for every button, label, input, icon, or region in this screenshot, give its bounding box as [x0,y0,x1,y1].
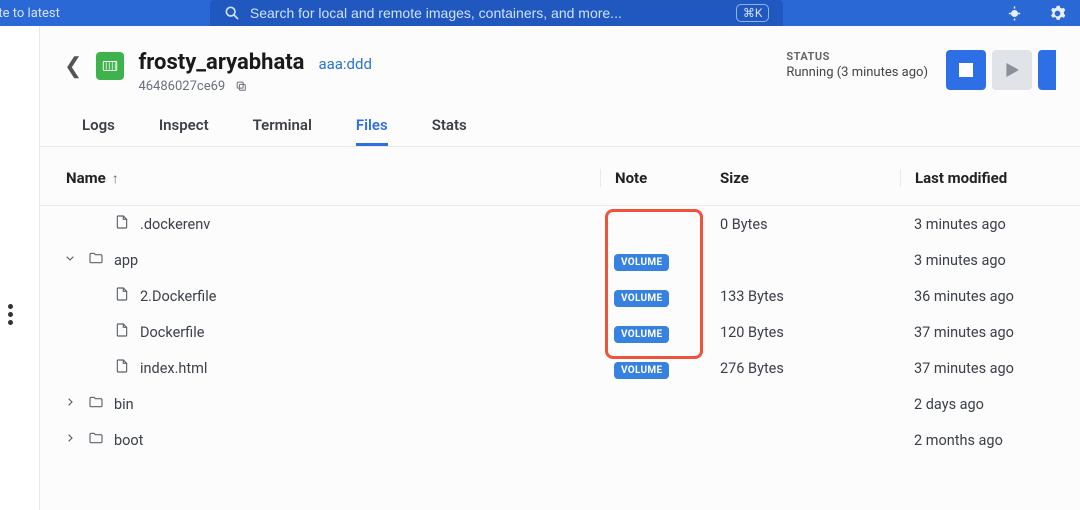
file-name: bin [114,396,134,413]
tab-files[interactable]: Files [356,116,388,146]
file-size: 0 Bytes [720,216,900,233]
col-note[interactable]: Note [615,169,647,187]
tab-stats[interactable]: Stats [432,116,467,146]
file-modified: 37 minutes ago [900,324,1080,341]
col-name[interactable]: Name [66,169,106,187]
table-row[interactable]: .dockerenv 0 Bytes 3 minutes ago -r [40,206,1080,242]
status-block: STATUS Running (3 minutes ago) [786,50,946,80]
copy-icon[interactable] [235,80,248,93]
main-panel: ❮ frosty_aryabhata aaa:ddd 46486027ce69 … [40,26,1080,510]
table-row[interactable]: boot 2 months ago d [40,422,1080,458]
file-name: boot [114,432,143,449]
file-modified: 3 minutes ago [900,252,1080,269]
folder-icon [88,430,104,450]
file-size: 276 Bytes [720,360,900,377]
tab-logs[interactable]: Logs [82,116,115,146]
table-row[interactable]: bin 2 days ago d [40,386,1080,422]
expand-caret [92,216,104,233]
col-size[interactable]: Size [720,169,749,187]
status-text: Running (3 minutes ago) [786,65,928,80]
volume-badge: VOLUME [614,326,669,343]
file-icon [114,358,130,378]
search-shortcut: ⌘K [736,4,770,22]
action-buttons [946,50,1056,90]
tab-terminal[interactable]: Terminal [253,116,312,146]
file-modified: 3 minutes ago [900,216,1080,233]
file-modified: 2 days ago [900,396,1080,413]
search-icon [224,5,240,21]
start-button[interactable] [992,50,1032,90]
expand-caret[interactable] [62,394,78,414]
file-icon [114,322,130,342]
expand-caret [92,360,104,377]
file-name: index.html [140,360,207,377]
left-rail [0,26,40,510]
image-tag-link[interactable]: aaa:ddd [318,55,372,73]
stop-button[interactable] [946,50,986,90]
container-id: 46486027ce69 [138,79,225,94]
tab-inspect[interactable]: Inspect [159,116,209,146]
search-box[interactable]: ⌘K [210,0,784,26]
table-row[interactable]: 2.Dockerfile VOLUME 133 Bytes 36 minutes… [40,278,1080,314]
file-size: 133 Bytes [720,288,900,305]
file-name: Dockerfile [140,324,204,341]
title-block: frosty_aryabhata aaa:ddd 46486027ce69 [138,50,372,94]
volume-badge: VOLUME [614,290,669,307]
table-row[interactable]: Dockerfile VOLUME 120 Bytes 37 minutes a… [40,314,1080,350]
volume-badge: VOLUME [614,254,669,271]
topbar-fragment: date to latest [0,6,60,21]
file-icon [114,214,130,234]
file-name: 2.Dockerfile [140,288,216,305]
play-icon [1005,63,1019,77]
stop-icon [959,63,973,77]
expand-caret[interactable] [62,250,78,270]
expand-caret[interactable] [62,430,78,450]
file-modified: 36 minutes ago [900,288,1080,305]
folder-icon [88,250,104,270]
expand-caret [92,288,104,305]
file-name: .dockerenv [140,216,210,233]
bug-icon[interactable] [1006,5,1023,22]
top-bar: date to latest ⌘K [0,0,1080,26]
file-size: 120 Bytes [720,324,900,341]
tabs: Logs Inspect Terminal Files Stats [40,94,1080,147]
table-row[interactable]: app VOLUME 3 minutes ago d [40,242,1080,278]
table-header: Name ↑ Note Size Last modified M [40,147,1080,206]
more-actions[interactable] [1038,50,1056,90]
kebab-menu-icon[interactable] [8,304,13,325]
search-input[interactable] [250,5,720,21]
table-row[interactable]: index.html VOLUME 276 Bytes 37 minutes a… [40,350,1080,386]
sort-asc-icon[interactable]: ↑ [112,170,119,187]
file-table: Name ↑ Note Size Last modified M .docker… [40,147,1080,458]
folder-icon [88,394,104,414]
gear-icon[interactable] [1049,5,1066,22]
back-arrow-icon[interactable]: ❮ [64,54,82,79]
file-icon [114,286,130,306]
col-modified[interactable]: Last modified [915,169,1007,187]
status-label: STATUS [786,50,928,63]
container-icon [96,52,124,80]
container-header: ❮ frosty_aryabhata aaa:ddd 46486027ce69 … [40,26,1080,94]
container-name: frosty_aryabhata [138,50,304,75]
volume-badge: VOLUME [614,362,669,379]
file-modified: 2 months ago [900,432,1080,449]
file-modified: 37 minutes ago [900,360,1080,377]
expand-caret [92,324,104,341]
file-name: app [114,252,138,269]
